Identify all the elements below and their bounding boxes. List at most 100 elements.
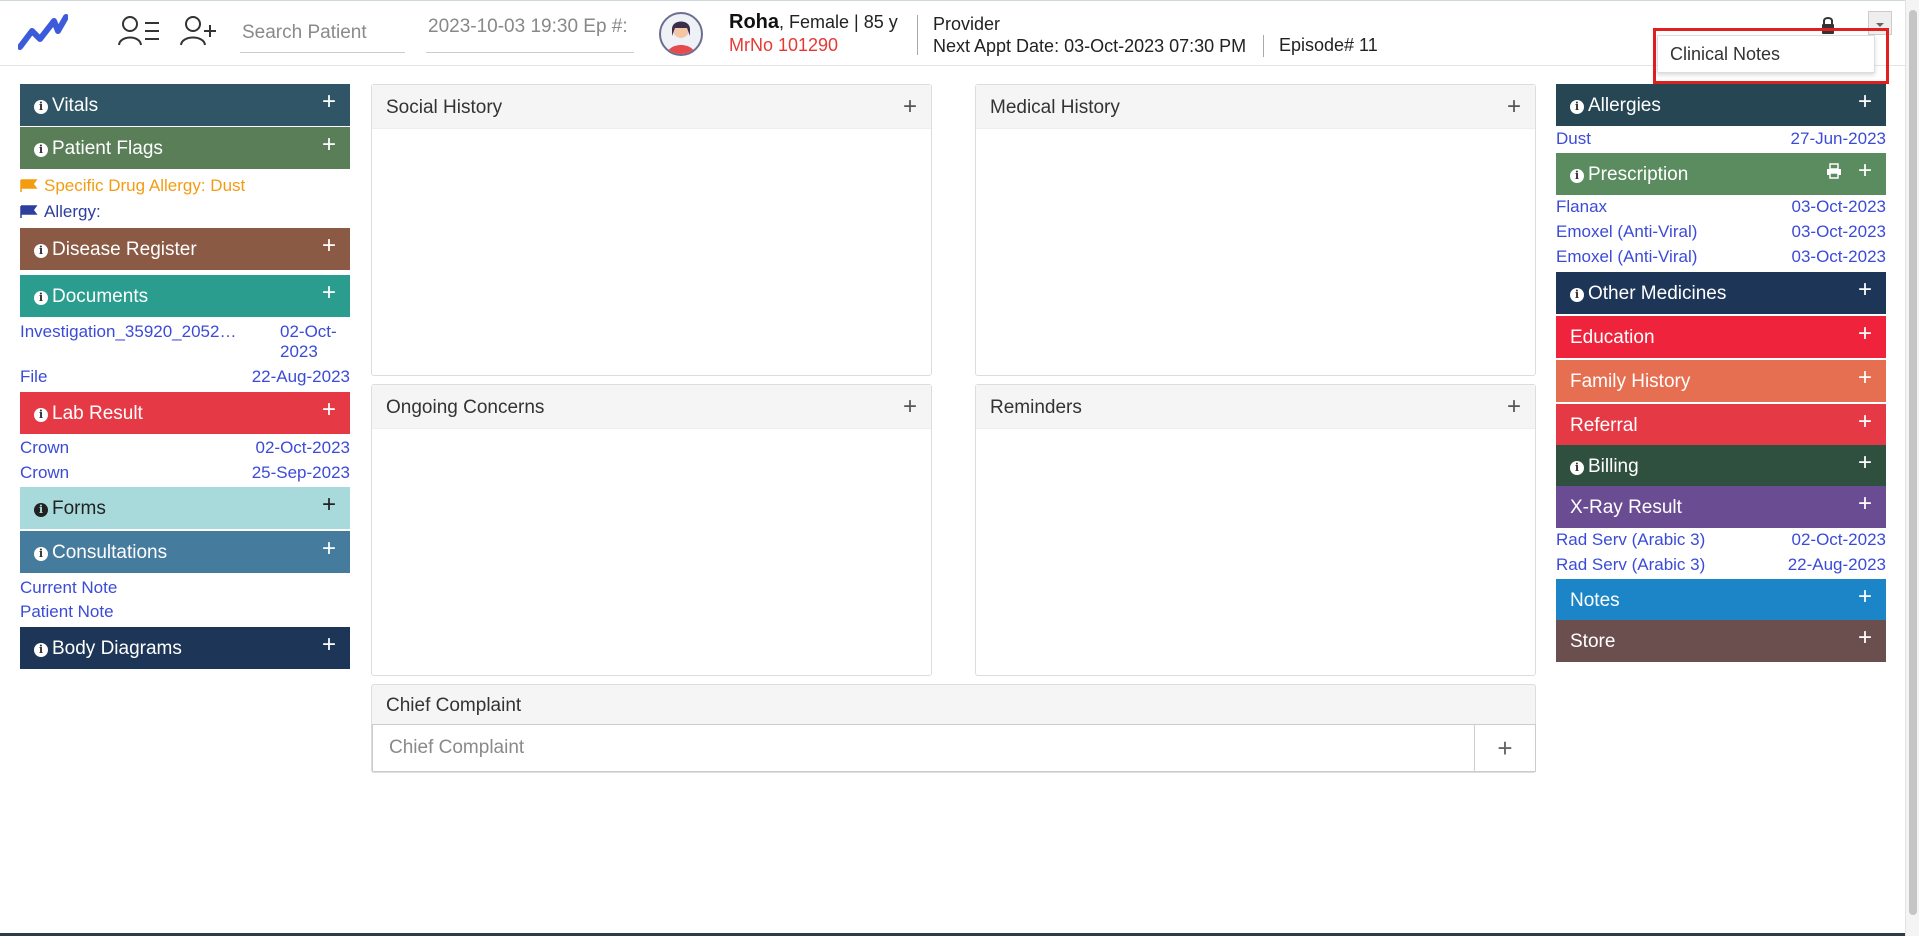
lab-item[interactable]: Crown 25-Sep-2023: [20, 463, 350, 483]
store-add-icon[interactable]: +: [1858, 626, 1872, 650]
other-medicines-add-icon[interactable]: +: [1858, 278, 1872, 302]
info-icon[interactable]: i: [1570, 100, 1584, 114]
document-date: 22-Aug-2023: [251, 367, 350, 386]
billing-add-icon[interactable]: +: [1858, 451, 1872, 475]
allergies-panel[interactable]: i Allergies +: [1556, 84, 1886, 126]
disease-register-panel[interactable]: i Disease Register +: [20, 228, 350, 270]
education-title: Education: [1570, 327, 1655, 348]
lab-result-panel[interactable]: i Lab Result +: [20, 392, 350, 434]
lab-item[interactable]: Crown 02-Oct-2023: [20, 438, 350, 458]
prescription-date: 03-Oct-2023: [1791, 222, 1887, 241]
xray-name: Rad Serv (Arabic 3): [1556, 530, 1706, 549]
patient-flags-title: Patient Flags: [52, 138, 163, 159]
document-item[interactable]: File 22-Aug-2023: [20, 367, 350, 387]
info-icon[interactable]: i: [34, 291, 48, 305]
consultation-item[interactable]: Current Note: [20, 578, 117, 598]
flag-text: Allergy:: [44, 202, 101, 221]
prescription-item[interactable]: Emoxel (Anti-Viral) 03-Oct-2023: [1556, 247, 1886, 267]
other-medicines-title: Other Medicines: [1588, 283, 1727, 304]
medical-history-add-icon[interactable]: +: [1507, 93, 1521, 121]
family-history-add-icon[interactable]: +: [1858, 366, 1872, 390]
flag-item[interactable]: Specific Drug Allergy: Dust: [20, 176, 245, 196]
info-icon[interactable]: i: [34, 643, 48, 657]
reminders-add-icon[interactable]: +: [1507, 393, 1521, 421]
search-patient-input[interactable]: [240, 13, 405, 53]
info-icon[interactable]: i: [34, 100, 48, 114]
document-item[interactable]: Investigation_35920_2052… 02-Oct-2023: [20, 322, 350, 362]
store-panel[interactable]: Store +: [1556, 620, 1886, 662]
education-panel[interactable]: Education +: [1556, 316, 1886, 358]
ongoing-concerns-title: Ongoing Concerns: [386, 397, 545, 418]
xray-date: 22-Aug-2023: [1787, 555, 1886, 574]
allergies-add-icon[interactable]: +: [1858, 90, 1872, 114]
chief-complaint-input[interactable]: [372, 724, 1474, 772]
patient-list-icon[interactable]: [118, 15, 160, 47]
consultation-item[interactable]: Patient Note: [20, 602, 114, 622]
body-diagrams-add-icon[interactable]: +: [322, 633, 336, 657]
app-logo-icon[interactable]: [18, 13, 68, 51]
consultation-label: Current Note: [20, 578, 118, 597]
prescription-item[interactable]: Emoxel (Anti-Viral) 03-Oct-2023: [1556, 222, 1886, 242]
chief-complaint-add-button[interactable]: +: [1474, 724, 1536, 772]
lab-date: 25-Sep-2023: [251, 463, 350, 482]
notes-panel[interactable]: Notes +: [1556, 579, 1886, 621]
info-icon[interactable]: i: [1570, 169, 1584, 183]
info-icon[interactable]: i: [1570, 461, 1584, 475]
info-icon[interactable]: i: [34, 143, 48, 157]
disease-register-add-icon[interactable]: +: [322, 234, 336, 258]
header-divider: [1263, 35, 1264, 57]
flag-item[interactable]: Allergy:: [20, 202, 101, 222]
prescription-panel[interactable]: i Prescription +: [1556, 153, 1886, 195]
info-icon[interactable]: i: [34, 547, 48, 561]
referral-panel[interactable]: Referral +: [1556, 404, 1886, 446]
document-name: File: [20, 367, 48, 386]
xray-item[interactable]: Rad Serv (Arabic 3) 22-Aug-2023: [1556, 555, 1886, 575]
patient-meta: , Female | 85 y: [779, 12, 898, 32]
clinical-notes-menu-item[interactable]: Clinical Notes: [1657, 35, 1875, 73]
patient-flags-panel[interactable]: i Patient Flags +: [20, 127, 350, 169]
allergy-item[interactable]: Dust 27-Jun-2023: [1556, 129, 1886, 149]
lab-result-add-icon[interactable]: +: [322, 398, 336, 422]
patient-mrno: MrNo 101290: [729, 35, 839, 55]
billing-panel[interactable]: i Billing +: [1556, 445, 1886, 487]
documents-panel[interactable]: i Documents +: [20, 275, 350, 317]
referral-add-icon[interactable]: +: [1858, 410, 1872, 434]
family-history-panel[interactable]: Family History +: [1556, 360, 1886, 402]
patient-flags-add-icon[interactable]: +: [322, 133, 336, 157]
document-date: 02-Oct-2023: [280, 322, 337, 361]
print-icon[interactable]: [1826, 163, 1842, 179]
forms-add-icon[interactable]: +: [322, 493, 336, 517]
prescription-add-icon[interactable]: +: [1858, 159, 1872, 183]
notes-add-icon[interactable]: +: [1858, 585, 1872, 609]
xray-item[interactable]: Rad Serv (Arabic 3) 02-Oct-2023: [1556, 530, 1886, 550]
forms-panel[interactable]: i Forms +: [20, 487, 350, 529]
info-icon[interactable]: i: [34, 244, 48, 258]
page-scrollbar[interactable]: [1905, 0, 1919, 936]
episode-field[interactable]: 2023-10-03 19:30 Ep #:: [426, 13, 634, 53]
scrollbar-thumb[interactable]: [1909, 10, 1917, 915]
social-history-add-icon[interactable]: +: [903, 93, 917, 121]
xray-result-add-icon[interactable]: +: [1858, 492, 1872, 516]
body-diagrams-panel[interactable]: i Body Diagrams +: [20, 627, 350, 669]
info-icon[interactable]: i: [1570, 288, 1584, 302]
education-add-icon[interactable]: +: [1858, 322, 1872, 346]
prescription-item[interactable]: Flanax 03-Oct-2023: [1556, 197, 1886, 217]
info-icon[interactable]: i: [34, 503, 48, 517]
ongoing-concerns-add-icon[interactable]: +: [903, 393, 917, 421]
vitals-panel[interactable]: i Vitals +: [20, 84, 350, 126]
flag-icon: [20, 205, 38, 218]
lab-date: 02-Oct-2023: [255, 438, 351, 457]
consultations-panel[interactable]: i Consultations +: [20, 531, 350, 573]
prescription-name: Emoxel (Anti-Viral): [1556, 247, 1698, 266]
reminders-card: Reminders +: [975, 384, 1536, 676]
add-patient-icon[interactable]: [180, 15, 218, 47]
body-diagrams-title: Body Diagrams: [52, 638, 182, 659]
vitals-add-icon[interactable]: +: [322, 90, 336, 114]
patient-avatar[interactable]: [659, 12, 703, 56]
consultations-add-icon[interactable]: +: [322, 537, 336, 561]
info-icon[interactable]: i: [34, 408, 48, 422]
other-medicines-panel[interactable]: i Other Medicines +: [1556, 272, 1886, 314]
documents-add-icon[interactable]: +: [322, 281, 336, 305]
xray-result-panel[interactable]: X-Ray Result +: [1556, 486, 1886, 528]
allergy-date: 27-Jun-2023: [1790, 129, 1886, 148]
